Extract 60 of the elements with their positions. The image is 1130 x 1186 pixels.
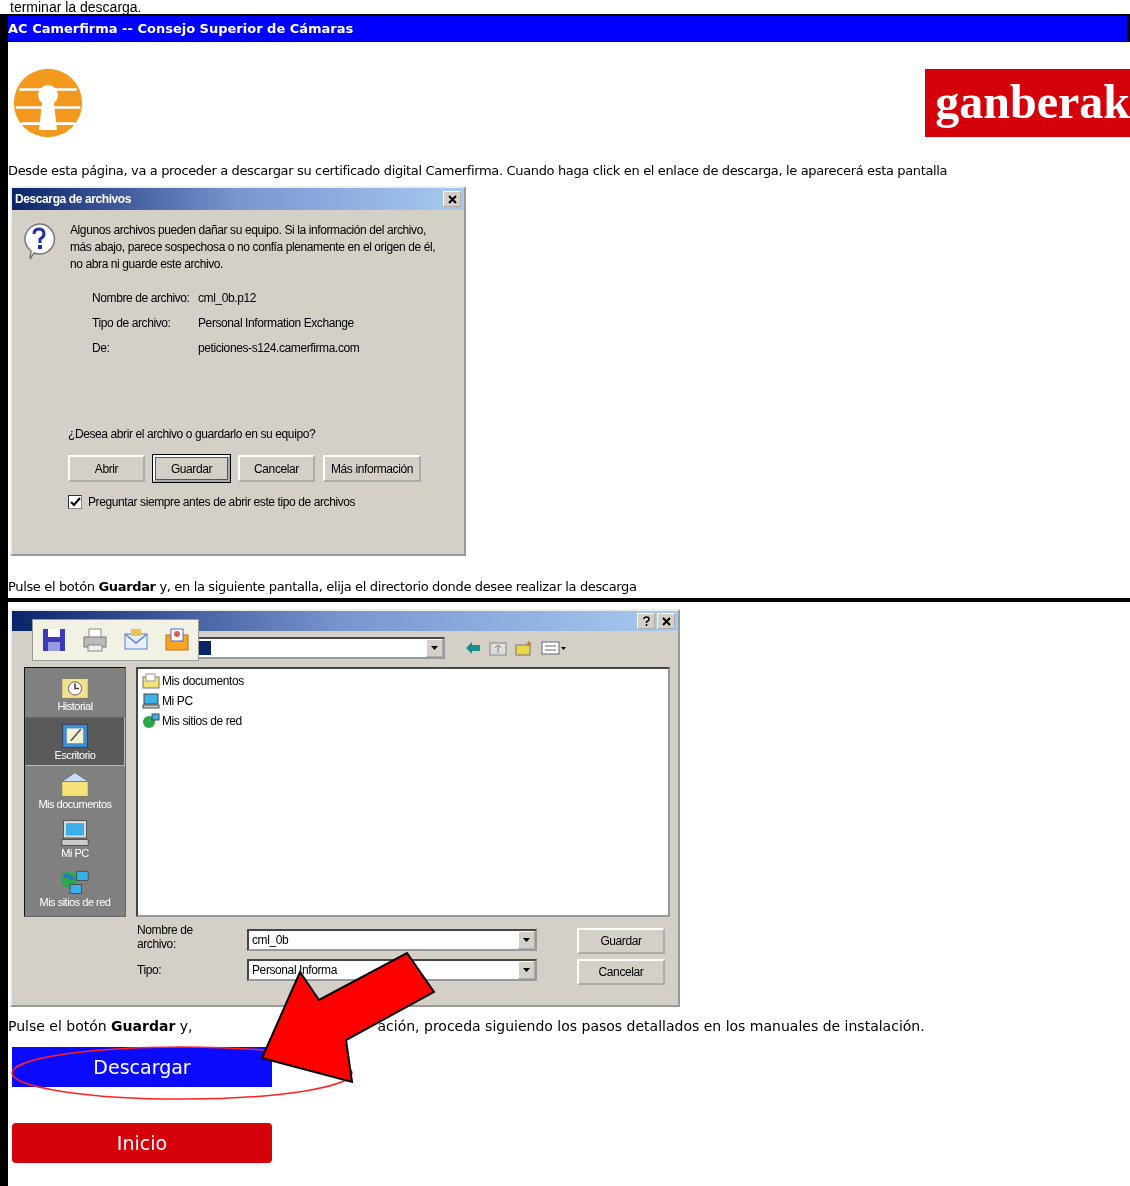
file-item[interactable]: Mis documentos (162, 674, 244, 688)
places-item[interactable]: Escritorio (25, 717, 125, 766)
close-button[interactable] (657, 613, 675, 629)
field-value: peticiones-s124.camerfirma.com (198, 341, 361, 355)
field-value: Personal Information Exchange (198, 316, 355, 330)
folder-dropdown[interactable] (197, 637, 445, 659)
places-item[interactable]: Mi PC (25, 815, 125, 864)
warning-message: Algunos archivos pueden dañar su equipo. Si la información del archivo, más abajo, parece sospechosa o no confía plenamente en el origen de él, no abra ni guarde este archivo. (70, 222, 437, 273)
instruction-text: Pulse el botón Guardar y, en la siguiente pantalla, elija el directorio donde desee realizar la descarga (8, 578, 638, 596)
view-menu-icon[interactable] (541, 640, 567, 656)
places-item[interactable]: Historial (25, 668, 125, 717)
question-text: ¿Desea abrir el archivo o guardarlo en su equipo? (68, 427, 317, 441)
field-label: De: (92, 341, 111, 355)
checkbox[interactable] (68, 495, 82, 509)
instruction-text: ación, proceda siguiendo los pasos detallados en los manuales de instalación. (377, 1017, 925, 1036)
filename-field[interactable]: cml_0b (247, 929, 537, 951)
checkbox-label: Preguntar siempre antes de abrir este tipo de archivos (88, 495, 356, 509)
field-label: Tipo de archivo: (92, 316, 172, 330)
dialog-button[interactable]: Cancelar (577, 959, 665, 985)
page-text: terminar la descarga. (9, 0, 143, 14)
back-arrow-icon[interactable] (465, 641, 481, 655)
field-value: cml_0b.p12 (198, 291, 258, 305)
dialog-button[interactable]: Más información (323, 455, 422, 482)
brand-logo: ganberak (925, 69, 1130, 137)
dropdown-arrow-icon (523, 938, 530, 942)
close-button[interactable] (443, 191, 461, 207)
field-label: Nombre de archivo: (137, 923, 194, 951)
globe-computer-icon (58, 868, 92, 896)
places-item[interactable]: Mis documentos (25, 766, 125, 815)
home-button[interactable]: Inicio (12, 1123, 272, 1163)
places-item[interactable]: Mis sitios de red (25, 864, 125, 913)
folder-icon (142, 673, 160, 689)
field-label: Tipo: (137, 963, 163, 977)
field-label: Nombre de archivo: (92, 291, 191, 305)
window-title: AC Camerfirma -- Consejo Superior de Cámaras (8, 21, 354, 36)
instruction-text: Pulse el botón Guardar y, (8, 1017, 193, 1036)
dialog-button[interactable]: Guardar (577, 928, 665, 954)
dialog-title: Descarga de archivos (15, 192, 132, 206)
envelope-icon[interactable] (123, 627, 150, 653)
dialog-button[interactable]: Abrir (68, 455, 145, 482)
intro-text: Desde esta página, va a proceder a descargar su certificado digital Camerfirma. Cuando haga click en el enlace de descarga, le aparecerá esta pantalla (8, 162, 949, 180)
download-button[interactable]: Descargar (12, 1047, 272, 1087)
close-icon (661, 616, 671, 626)
globe-computer-icon (142, 713, 160, 729)
computer-icon (142, 693, 160, 709)
help-icon (641, 616, 651, 626)
computer-icon (58, 819, 92, 847)
help-button[interactable] (637, 613, 655, 629)
dropdown-arrow-icon (431, 646, 438, 650)
dialog-button[interactable]: Cancelar (238, 455, 315, 482)
printer-icon[interactable] (81, 627, 108, 653)
question-icon (22, 222, 56, 260)
folder-icon (58, 770, 92, 798)
photo-frame-icon[interactable] (164, 627, 191, 653)
file-item[interactable]: Mis sitios de red (162, 714, 242, 728)
close-icon (447, 194, 457, 204)
dialog-button[interactable]: Guardar (153, 455, 230, 482)
file-item[interactable]: Mi PC (162, 694, 193, 708)
checkmark-icon (69, 496, 81, 508)
dropdown-arrow-icon (523, 968, 530, 972)
